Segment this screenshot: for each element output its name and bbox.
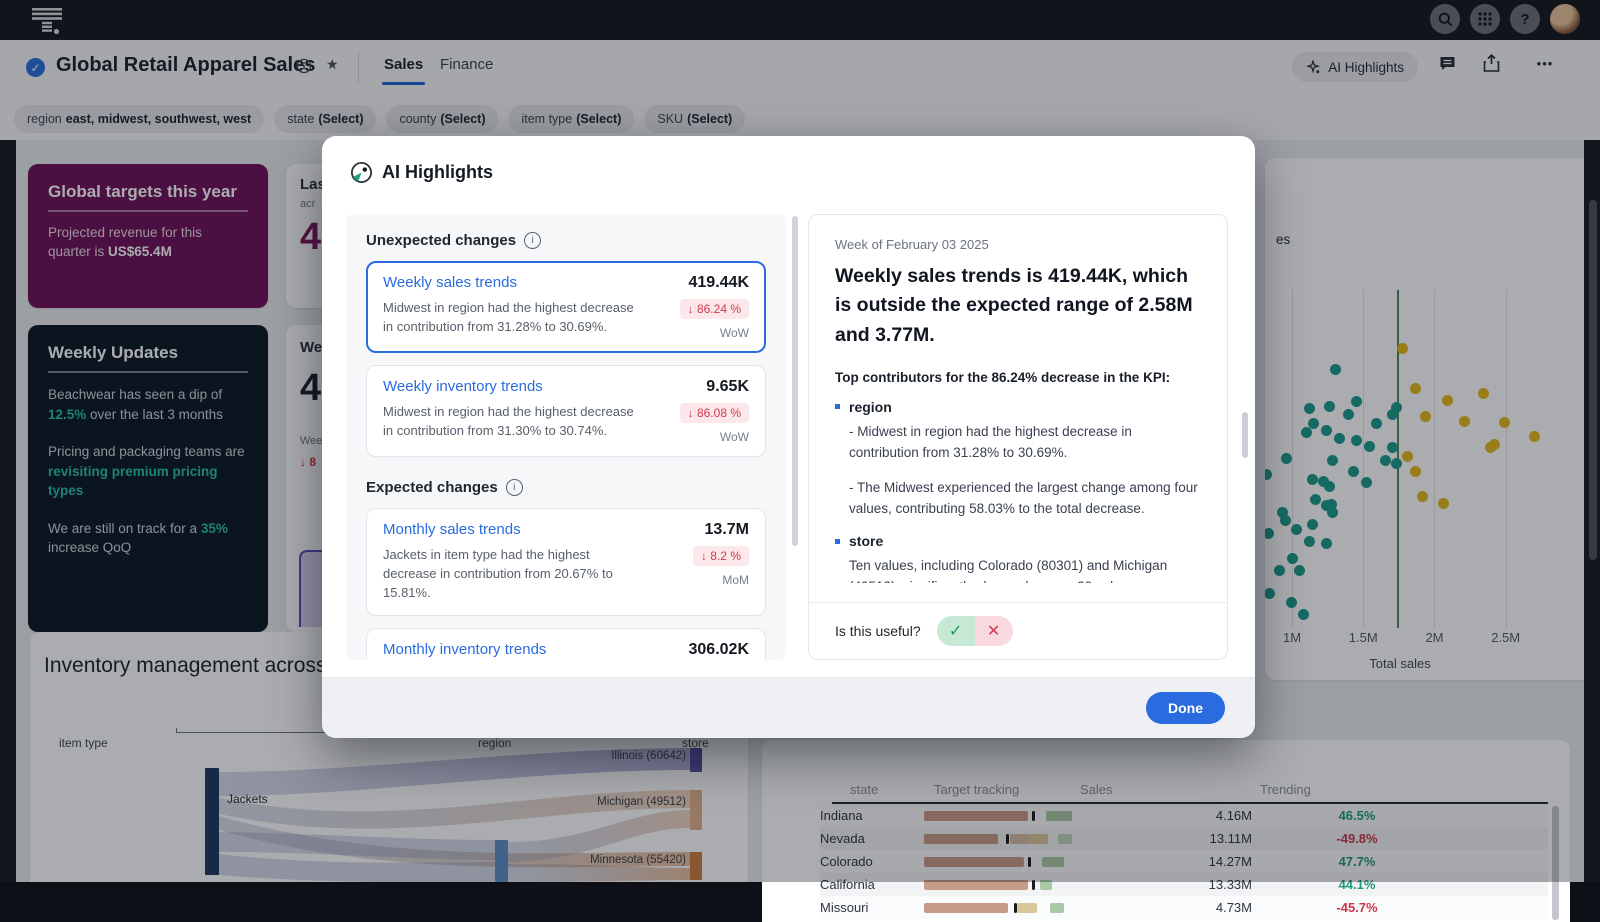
bullet-paragraph: - Midwest in region had the highest decr…	[849, 422, 1201, 464]
section-label: Expected changesi	[366, 479, 766, 496]
delta-badge: ↓ 8.2 %	[693, 546, 749, 566]
panel-scrollbar[interactable]	[792, 216, 798, 546]
bullet-square-icon	[835, 404, 840, 409]
highlight-title[interactable]: Weekly sales trends	[383, 274, 517, 291]
table-row[interactable]: Missouri 4.73M-45.7%	[820, 896, 1548, 919]
highlight-title[interactable]: Monthly inventory trends	[383, 641, 546, 658]
ai-highlights-icon	[350, 161, 373, 184]
thumbs-down-button[interactable]: ✕	[975, 616, 1013, 646]
feedback-label: Is this useful?	[835, 623, 921, 639]
highlight-card-weekly-sales-trends[interactable]: Weekly sales trends 419.44K Midwest in reg…	[366, 261, 766, 353]
state-cell: Missouri	[820, 900, 924, 915]
bar-segment	[1050, 903, 1064, 913]
detail-date: Week of February 03 2025	[835, 237, 1201, 252]
highlights-list-panel: Unexpected changesi Weekly sales trends 41…	[346, 214, 786, 660]
bullet-paragraph: Ten values, including Colorado (80301) a…	[849, 556, 1201, 583]
target-tracking-bar	[924, 903, 1084, 913]
delta-badge: ↓ 86.08 %	[680, 403, 749, 423]
done-button[interactable]: Done	[1146, 692, 1225, 724]
highlight-card-monthly-sales-trends[interactable]: Monthly sales trends 13.7M Jackets in item…	[366, 508, 766, 616]
bar-segment	[1017, 903, 1037, 913]
info-icon[interactable]: i	[506, 479, 523, 496]
bar-segment	[924, 903, 1008, 913]
feedback-row: Is this useful? ✓ ✕	[809, 602, 1227, 659]
highlight-value: 306.02K	[689, 641, 750, 659]
trending-cell: -45.7%	[1252, 900, 1462, 915]
detail-headline: Weekly sales trends is 419.44K, which is…	[835, 262, 1201, 350]
highlight-value: 13.7M	[705, 521, 749, 539]
highlight-description: Midwest in region had the highest decrea…	[383, 299, 638, 340]
highlight-card-monthly-inventory-trends[interactable]: Monthly inventory trends306.02KJackets i…	[366, 628, 766, 660]
detail-contributors-label: Top contributors for the 86.24% decrease…	[835, 370, 1201, 385]
highlight-title[interactable]: Monthly sales trends	[383, 521, 521, 538]
highlight-value: 419.44K	[689, 274, 750, 292]
period-label: MoM	[722, 573, 749, 587]
modal-footer: Done	[322, 677, 1255, 738]
highlight-description: Midwest in region had the highest decrea…	[383, 403, 638, 444]
contributor-bullet: region- Midwest in region had the highes…	[835, 399, 1201, 520]
sales-cell: 4.73M	[1092, 900, 1252, 915]
highlight-title[interactable]: Weekly inventory trends	[383, 378, 543, 395]
section-label: Unexpected changesi	[366, 232, 766, 249]
period-label: WoW	[720, 430, 749, 444]
highlight-description: Jackets in item type had the highest dec…	[383, 546, 638, 603]
highlight-card-weekly-inventory-trends[interactable]: Weekly inventory trends 9.65K Midwest in r…	[366, 365, 766, 457]
highlight-detail-panel: Week of February 03 2025 Weekly sales tr…	[808, 214, 1228, 660]
info-icon[interactable]: i	[524, 232, 541, 249]
delta-badge: ↓ 86.24 %	[680, 299, 749, 319]
thumbs-up-button[interactable]: ✓	[937, 616, 975, 646]
modal-scrollbar[interactable]	[1242, 412, 1248, 458]
bullet-square-icon	[835, 539, 840, 544]
contributor-bullet: storeTen values, including Colorado (803…	[835, 533, 1201, 583]
highlight-value: 9.65K	[706, 378, 749, 396]
bullet-paragraph: - The Midwest experienced the largest ch…	[849, 478, 1201, 520]
modal-title: AI Highlights	[382, 162, 493, 183]
period-label: WoW	[720, 326, 749, 340]
ai-highlights-modal: AI Highlights Unexpected changesi Weekly …	[322, 136, 1255, 738]
